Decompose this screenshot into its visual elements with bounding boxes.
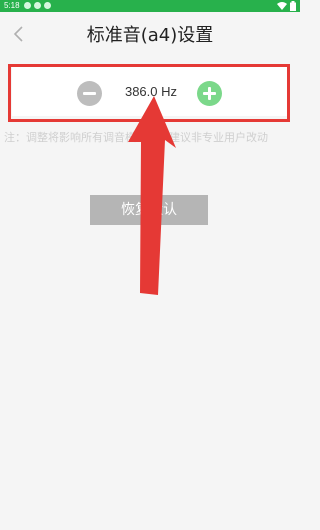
status-bar: 5:18 (0, 0, 300, 12)
battery-icon (290, 1, 296, 11)
decrease-button[interactable] (77, 81, 102, 106)
status-icons (277, 1, 296, 11)
frequency-value: 386.0 Hz (124, 84, 178, 99)
hint-text: 注：调整将影响所有调音模式，不建议非专业用户改动 (4, 131, 268, 144)
page-title: 标准音(a4)设置 (86, 25, 214, 46)
increase-button[interactable] (197, 81, 222, 106)
wifi-icon (277, 2, 287, 10)
pitch-stepper: 386.0 Hz (12, 64, 288, 116)
notification-icon (44, 2, 51, 9)
notification-icon (34, 2, 41, 9)
notification-icon (24, 2, 31, 9)
reset-default-button[interactable]: 恢复默认 (90, 195, 208, 225)
app-bar: 标准音(a4)设置 (0, 12, 300, 56)
status-time: 5:18 (4, 1, 20, 10)
